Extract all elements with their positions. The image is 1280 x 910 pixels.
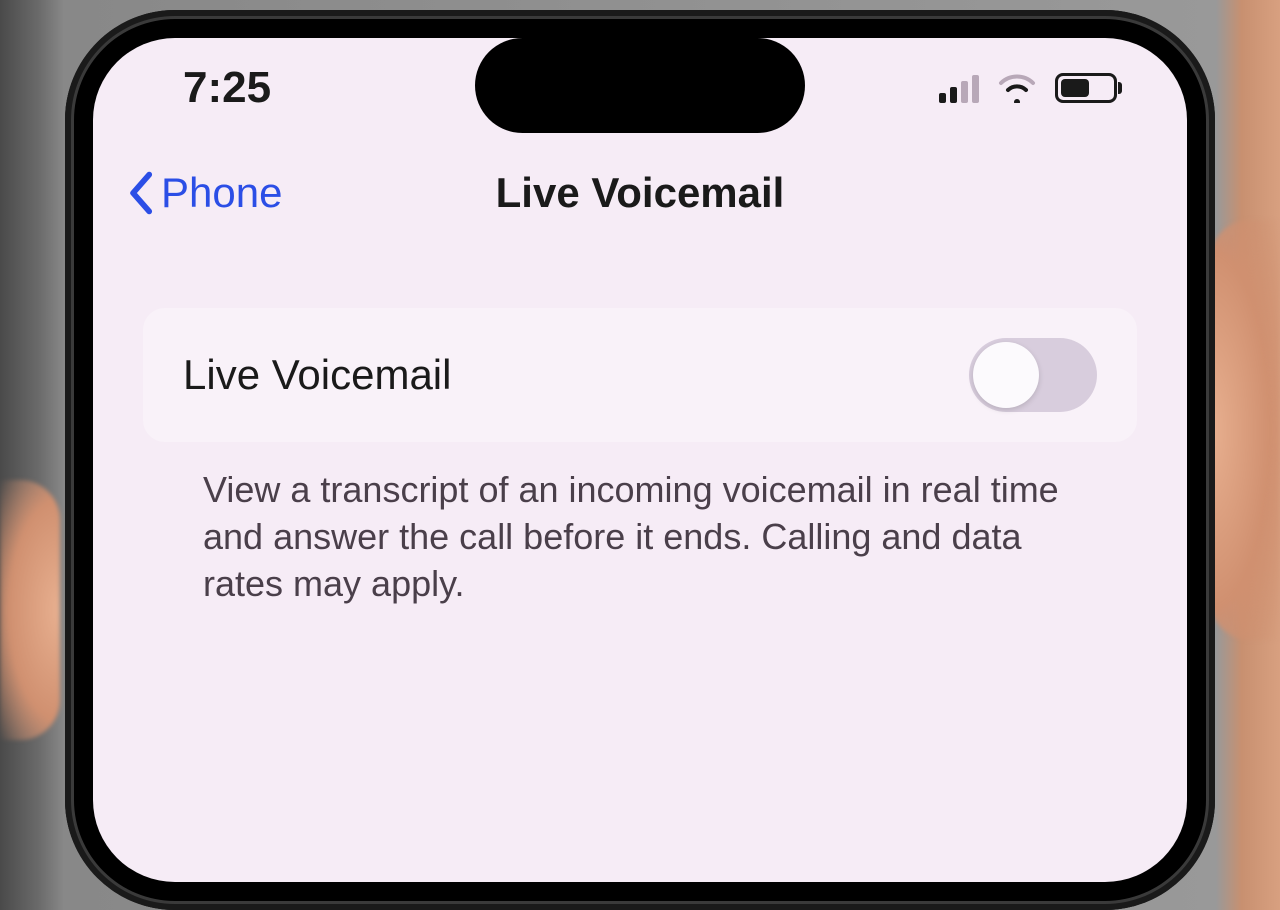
page-title: Live Voicemail	[496, 169, 785, 217]
back-label: Phone	[161, 169, 282, 217]
status-icons	[939, 73, 1117, 103]
decorative-finger-left	[0, 480, 60, 740]
back-button[interactable]: Phone	[123, 169, 282, 217]
cellular-signal-icon	[939, 73, 979, 103]
wifi-icon	[997, 73, 1037, 103]
decorative-finger-right	[1210, 220, 1280, 640]
settings-group: Live Voicemail View a transcript of an i…	[143, 308, 1137, 607]
status-time: 7:25	[183, 63, 271, 113]
phone-frame: 7:25	[65, 10, 1215, 910]
battery-icon	[1055, 73, 1117, 103]
live-voicemail-toggle[interactable]	[969, 338, 1097, 412]
live-voicemail-row: Live Voicemail	[143, 308, 1137, 442]
phone-screen: 7:25	[93, 38, 1187, 882]
dynamic-island	[475, 38, 805, 133]
live-voicemail-description: View a transcript of an incoming voicema…	[203, 467, 1077, 607]
chevron-left-icon	[123, 170, 157, 216]
live-voicemail-label: Live Voicemail	[183, 351, 451, 399]
toggle-knob	[973, 342, 1039, 408]
nav-header: Phone Live Voicemail	[93, 138, 1187, 248]
